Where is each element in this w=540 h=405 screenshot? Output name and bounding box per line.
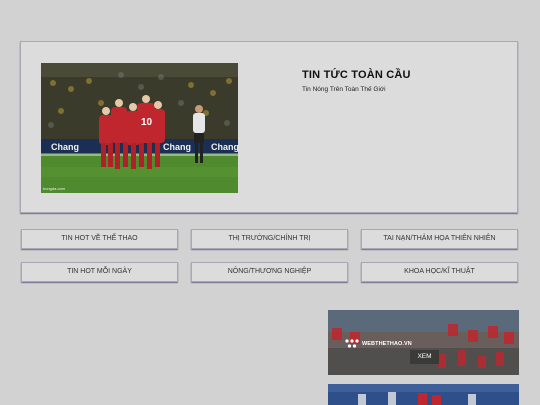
site-logo-icon [345,339,359,348]
site-logo-text: WEBTHETHAO.VN [362,341,412,347]
category-button-market-politics[interactable]: THỊ TRƯỜNG/CHÍNH TRỊ [191,229,348,249]
category-button-science-tech[interactable]: KHOA HỌC/KĨ THUẬT [361,262,518,282]
page-title: TIN TỨC TOÀN CẦU [302,69,411,81]
category-button-daily-hot[interactable]: TIN HOT MỖI NGÀY [21,262,178,282]
category-button-disasters[interactable]: TAI NẠN/THẢM HỌA THIÊN NHIÊN [361,229,518,249]
ad-board-text-1: Chang [51,142,79,152]
photo-credit: bongda.com [43,186,66,191]
ad-board-text-2: Chang [163,142,191,152]
page: Chang Chang Chang 10 bongda.com TIN TỨC … [0,0,540,405]
category-button-agri-commerce[interactable]: NÔNG/THƯƠNG NGHIỆP [191,262,348,282]
ad-board-text-3: Chang [211,142,238,152]
view-button[interactable]: XEM [410,350,439,364]
page-subtitle: Tin Nóng Trên Toàn Thế Giới [302,86,386,93]
svg-text:10: 10 [141,117,153,128]
site-logo: WEBTHETHAO.VN [345,339,412,349]
news-thumbnail-2[interactable] [328,384,519,405]
news-thumbnail[interactable]: WEBTHETHAO.VN XEM [328,310,519,375]
category-button-sports[interactable]: TIN HOT VỀ THỂ THAO [21,229,178,249]
hero-card[interactable]: Chang Chang Chang 10 bongda.com TIN TỨC … [20,41,518,213]
hero-photo[interactable]: Chang Chang Chang 10 bongda.com [41,63,238,193]
